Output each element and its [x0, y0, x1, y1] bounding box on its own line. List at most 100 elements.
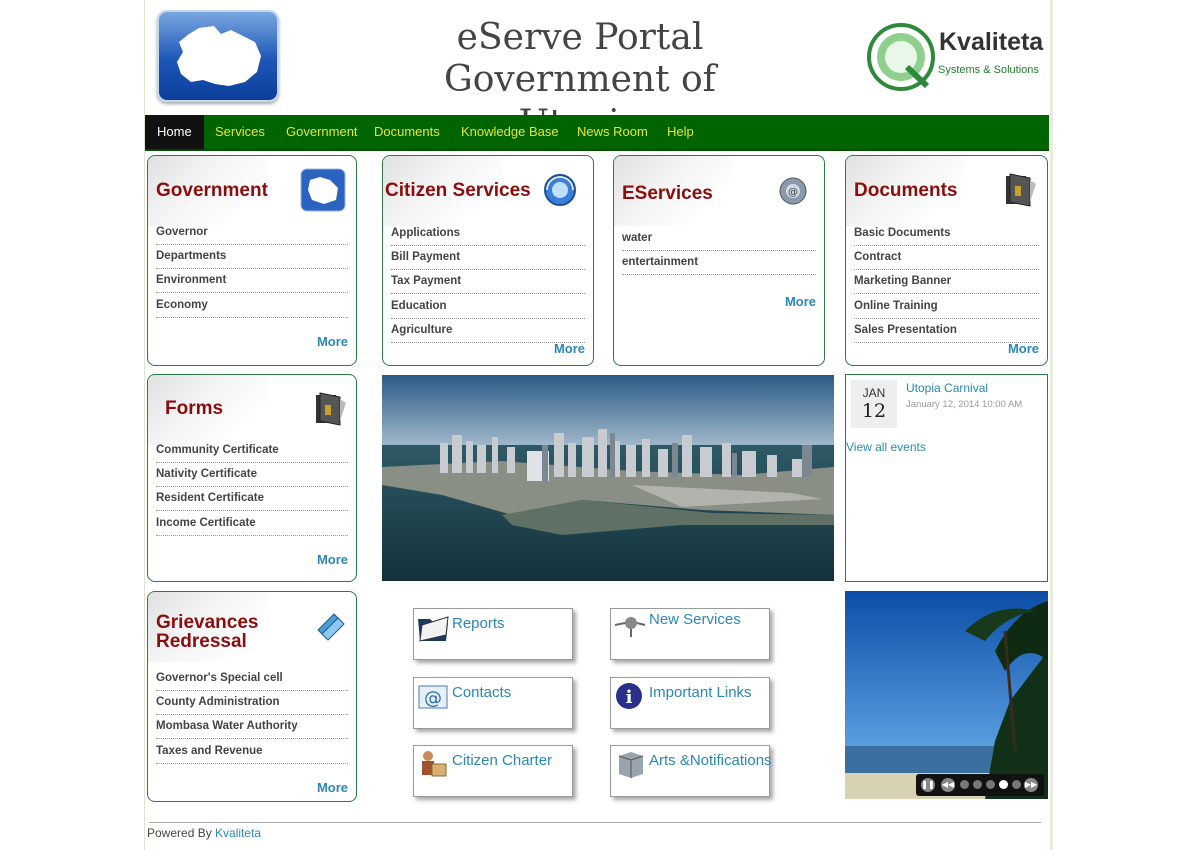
list-item-entertainment[interactable]: entertainment: [622, 252, 816, 276]
list-item-education[interactable]: Education: [391, 296, 585, 319]
antarctica-icon: [300, 168, 346, 217]
list-item-agriculture[interactable]: Agriculture: [391, 320, 585, 343]
documents-more-link[interactable]: More: [1008, 341, 1039, 356]
q-logo-icon: [867, 23, 935, 91]
forms-more-link[interactable]: More: [317, 552, 348, 567]
grievances-box-title-line2: Redressal: [156, 631, 247, 652]
footer-kvaliteta-link[interactable]: Kvaliteta: [215, 826, 261, 840]
footer: Powered By Kvaliteta: [147, 826, 261, 840]
nav-item-services[interactable]: Services: [203, 115, 277, 149]
nav-item-documents[interactable]: Documents: [362, 115, 452, 149]
grievances-more-link[interactable]: More: [317, 780, 348, 795]
beach-photo: [845, 591, 1048, 799]
svg-text:@: @: [788, 187, 798, 198]
kvaliteta-logo[interactable]: Kvaliteta Systems & Solutions: [863, 22, 1043, 92]
new-services-link[interactable]: New Services: [610, 608, 770, 660]
list-item-resident-certificate[interactable]: Resident Certificate: [156, 488, 348, 512]
list-item-departments[interactable]: Departments: [156, 246, 348, 270]
event-time: January 12, 2014 10:00 AM: [906, 399, 1023, 410]
footer-divider: [149, 822, 1041, 823]
footer-powered-by: Powered By: [147, 826, 216, 840]
citizen-services-list: Applications Bill Payment Tax Payment Ed…: [391, 223, 585, 344]
reports-label: Reports: [452, 615, 505, 632]
nav-item-knowledge-base[interactable]: Knowledge Base: [449, 115, 571, 149]
globe-icon: [543, 173, 577, 212]
forms-box-title: Forms: [165, 398, 224, 419]
slide-dot[interactable]: [973, 780, 982, 789]
nav-item-home[interactable]: Home: [145, 115, 204, 149]
list-item-marketing-banner[interactable]: Marketing Banner: [854, 271, 1039, 295]
svg-text:i: i: [626, 687, 633, 708]
new-services-label: New Services: [649, 611, 741, 628]
list-item-nativity-certificate[interactable]: Nativity Certificate: [156, 464, 348, 488]
contacts-label: Contacts: [452, 684, 512, 701]
citizen-charter-link[interactable]: Citizen Charter: [413, 745, 573, 797]
government-box: Government Governor Departments Environm…: [147, 155, 357, 366]
logo-tagline: Systems & Solutions: [938, 64, 1039, 76]
list-item-environment[interactable]: Environment: [156, 270, 348, 294]
citizen-services-more-link[interactable]: More: [554, 341, 585, 356]
event-day: 12: [861, 400, 887, 422]
documents-box-title: Documents: [854, 180, 958, 201]
view-all-events-link[interactable]: View all events: [846, 440, 926, 454]
next-icon[interactable]: ▶▶: [1024, 778, 1038, 792]
citizen-services-box: Citizen Services Applications Bill Payme…: [382, 155, 594, 366]
list-item-sales-presentation[interactable]: Sales Presentation: [854, 320, 1039, 343]
grievances-box: Grievances Redressal Governor's Special …: [147, 591, 357, 802]
list-item-income-certificate[interactable]: Income Certificate: [156, 513, 348, 536]
eservices-list: water entertainment: [622, 228, 816, 276]
list-item-community-certificate[interactable]: Community Certificate: [156, 440, 348, 463]
list-item-economy[interactable]: Economy: [156, 295, 348, 318]
citizen-charter-label: Citizen Charter: [452, 752, 553, 769]
nav-item-help[interactable]: Help: [655, 115, 706, 149]
list-item-governors-special-cell[interactable]: Governor's Special cell: [156, 668, 348, 691]
nav-item-news-room[interactable]: News Room: [565, 115, 660, 149]
list-item-mombasa-water-authority[interactable]: Mombasa Water Authority: [156, 716, 348, 740]
nav-item-government[interactable]: Government: [274, 115, 370, 149]
network-icon: [613, 611, 646, 643]
folder-icon: [1004, 172, 1038, 213]
arts-notifications-label: Arts &Notifications: [649, 752, 772, 769]
eservices-box: EServices @ water entertainment More: [613, 155, 825, 366]
grievances-box-title-line1: Grievances: [156, 612, 259, 633]
list-item-online-training[interactable]: Online Training: [854, 296, 1039, 319]
site-title-line1: eServe Portal: [456, 17, 704, 58]
documents-box: Documents Basic Documents Contract Marke…: [845, 155, 1048, 366]
list-item-basic-documents[interactable]: Basic Documents: [854, 223, 1039, 246]
folder-icon: [416, 611, 449, 643]
books-icon: [314, 612, 348, 649]
slide-dot[interactable]: [1012, 780, 1021, 789]
eservices-more-link[interactable]: More: [785, 294, 816, 309]
list-item-tax-payment[interactable]: Tax Payment: [391, 271, 585, 295]
list-item-water[interactable]: water: [622, 228, 816, 251]
arts-notifications-link[interactable]: Arts &Notifications: [610, 745, 772, 797]
previous-icon[interactable]: ◀◀: [941, 778, 955, 792]
pause-icon[interactable]: ❚❚: [921, 778, 935, 792]
city-banner-image: [382, 375, 834, 581]
at-sign-icon: @: [416, 680, 448, 712]
event-title-link[interactable]: Utopia Carnival: [906, 381, 988, 395]
folder-icon: [314, 391, 348, 432]
logo-name: Kvaliteta: [939, 28, 1044, 56]
list-item-contract[interactable]: Contract: [854, 247, 1039, 271]
list-item-applications[interactable]: Applications: [391, 223, 585, 246]
forms-box: Forms Community Certificate Nativity Cer…: [147, 374, 357, 582]
events-panel: JAN 12 Utopia Carnival January 12, 2014 …: [845, 374, 1048, 582]
government-more-link[interactable]: More: [317, 334, 348, 349]
slide-dot[interactable]: [986, 780, 995, 789]
main-nav: Home Services Government Documents Knowl…: [145, 115, 1049, 151]
event-date-tile: JAN 12: [851, 380, 897, 428]
forms-list: Community Certificate Nativity Certifica…: [156, 440, 348, 537]
reports-link[interactable]: Reports: [413, 608, 573, 660]
list-item-bill-payment[interactable]: Bill Payment: [391, 247, 585, 271]
list-item-governor[interactable]: Governor: [156, 222, 348, 245]
contacts-link[interactable]: @ Contacts: [413, 677, 573, 729]
event-month: JAN: [862, 386, 886, 400]
email-globe-icon: @: [777, 176, 809, 215]
important-links-link[interactable]: i Important Links: [610, 677, 770, 729]
slide-dot[interactable]: [999, 780, 1008, 789]
slide-dot[interactable]: [960, 780, 969, 789]
list-item-county-administration[interactable]: County Administration: [156, 692, 348, 716]
antarctica-flag-icon: [157, 10, 279, 102]
list-item-taxes-and-revenue[interactable]: Taxes and Revenue: [156, 741, 348, 764]
